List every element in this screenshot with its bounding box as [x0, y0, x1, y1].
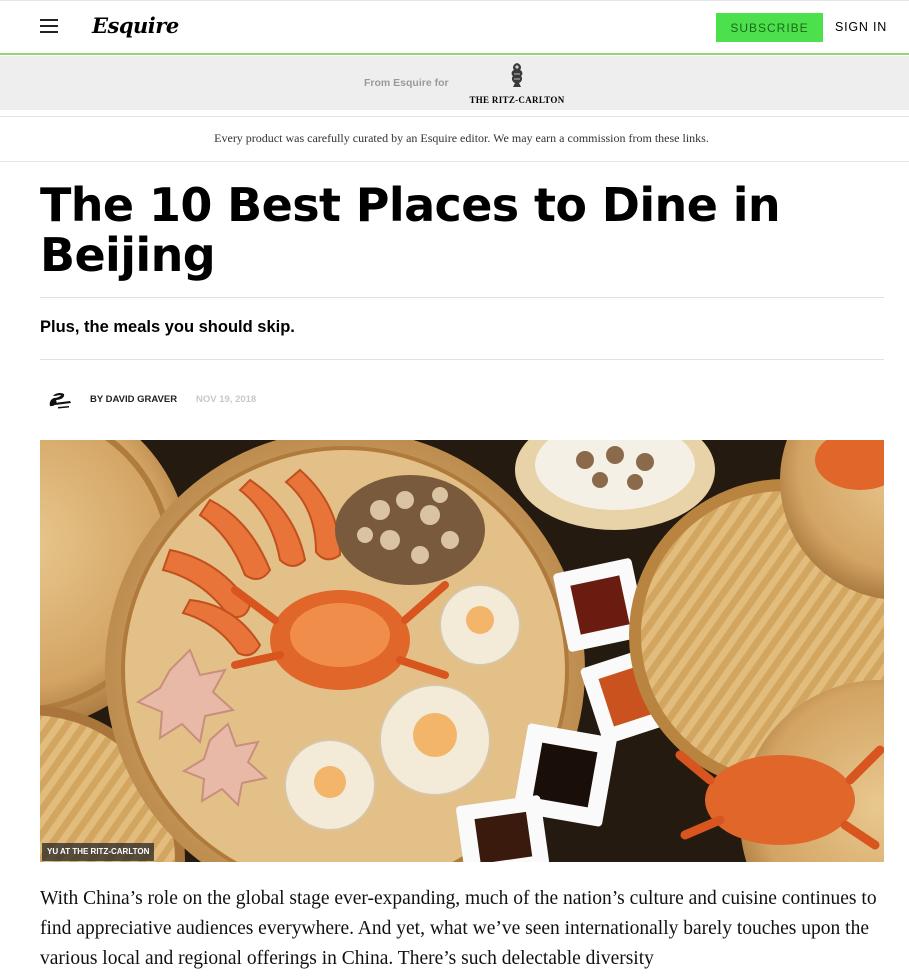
article-body-paragraph: With China’s role on the global stage ev…: [40, 888, 877, 969]
author-byline[interactable]: BY DAVID GRAVER: [90, 394, 177, 405]
sponsor-label: From Esquire for: [364, 77, 449, 89]
menu-icon[interactable]: [40, 18, 58, 34]
subscribe-button[interactable]: SUBSCRIBE: [716, 13, 823, 42]
lion-crest-icon: [511, 63, 523, 87]
esquire-logo[interactable]: Esquire: [92, 13, 179, 38]
ritz-carlton-logo[interactable]: THE RITZ-CARLTON: [464, 62, 570, 108]
hero-image: [40, 440, 884, 862]
sign-in-link[interactable]: SIGN IN: [835, 20, 887, 34]
divider: [40, 297, 884, 298]
site-header: Esquire SUBSCRIBE SIGN IN: [0, 0, 909, 55]
image-credit: YU AT THE RITZ-CARLTON: [42, 843, 155, 861]
esquire-e-icon: [49, 392, 71, 409]
publish-date: NOV 19, 2018: [196, 394, 257, 405]
ritz-carlton-wordmark: THE RITZ-CARLTON: [469, 95, 565, 105]
article-dek: Plus, the meals you should skip.: [40, 318, 295, 336]
disclaimer-text: Every product was carefully curated by a…: [214, 131, 709, 145]
sponsor-banner[interactable]: From Esquire for THE RITZ-CARLTON: [0, 56, 909, 110]
article-title: The 10 Best Places to Dine in Beijing: [40, 178, 781, 282]
divider: [40, 359, 884, 360]
seafood-platter-illustration: [40, 440, 884, 862]
affiliate-disclaimer: Every product was carefully curated by a…: [0, 116, 909, 162]
